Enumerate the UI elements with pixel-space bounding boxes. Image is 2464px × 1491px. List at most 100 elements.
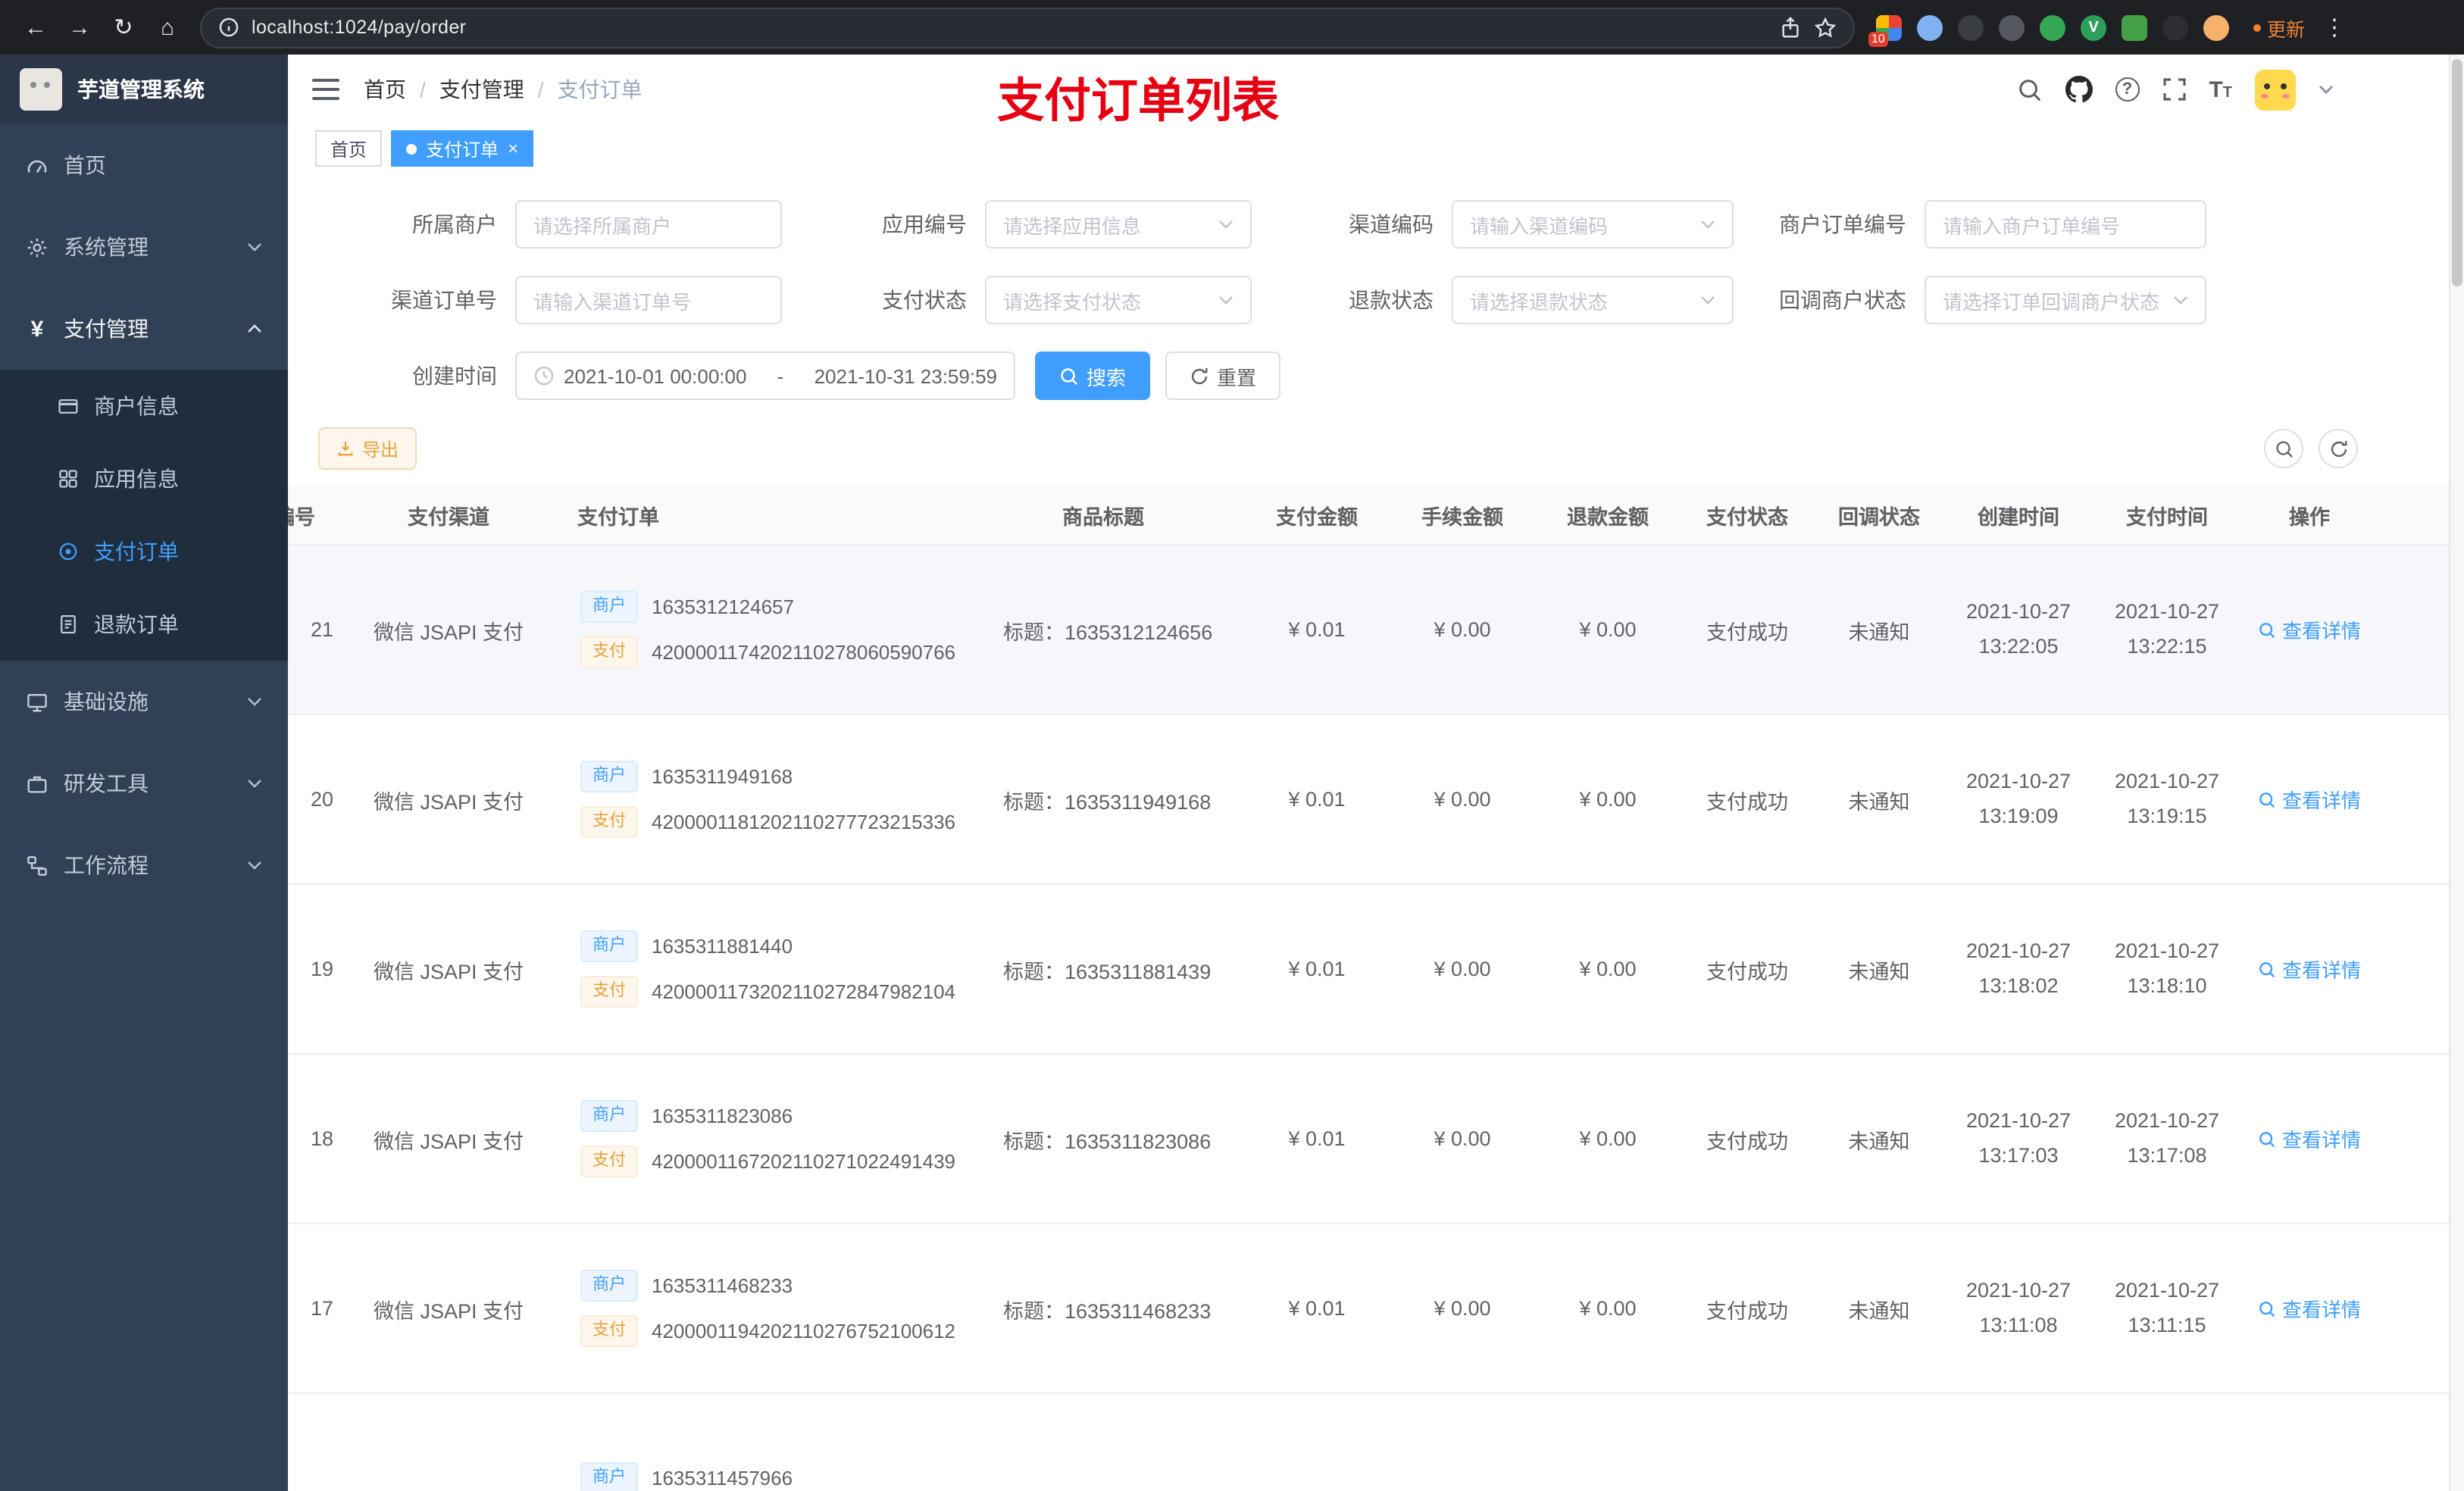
search-icon: [2259, 961, 2275, 977]
filter-app: 应用编号 请选择应用信息: [782, 200, 1252, 248]
extensions-menu-icon[interactable]: [2162, 14, 2188, 40]
cell-created-time: 2021-10-27 13:11:08: [1965, 1279, 2072, 1336]
scrollbar-thumb[interactable]: [2452, 59, 2462, 286]
browser-menu-icon[interactable]: ⋮: [2323, 14, 2346, 41]
view-detail-link[interactable]: 查看详情: [2241, 1294, 2378, 1323]
view-detail-link[interactable]: 查看详情: [2241, 955, 2378, 983]
sidebar-item-workflow[interactable]: 工作流程: [0, 824, 288, 906]
cell-title: 标题：1635312124656: [1003, 620, 1213, 643]
reset-button[interactable]: 重置: [1165, 352, 1281, 400]
cell-amount: ¥ 0.01: [1288, 958, 1346, 980]
cell-channel: 微信 JSAPI 支付: [373, 620, 524, 643]
extension-green-icon[interactable]: [2040, 14, 2065, 40]
github-icon[interactable]: [2065, 76, 2093, 103]
update-dot-icon: [2253, 23, 2261, 31]
extension-pin-icon[interactable]: [1917, 14, 1943, 40]
address-bar[interactable]: localhost:1024/pay/order: [200, 7, 1855, 48]
bookmark-star-icon[interactable]: [1814, 16, 1837, 39]
extension-dark-icon[interactable]: [1958, 14, 1984, 40]
extension-check-icon[interactable]: V: [2081, 14, 2106, 40]
refund-status-select[interactable]: 请选择退款状态: [1452, 276, 1734, 324]
sidebar-item-devtools[interactable]: 研发工具: [0, 742, 288, 824]
view-detail-link[interactable]: 查看详情: [2241, 785, 2378, 814]
channel-code-select[interactable]: 请输入渠道编码: [1452, 200, 1734, 248]
payment-submenu: 商户信息 应用信息 支付订单 退款订单: [0, 370, 288, 661]
search-icon[interactable]: [2016, 77, 2042, 102]
sidebar-item-refund-order[interactable]: 退款订单: [0, 588, 288, 661]
search-icon: [2259, 1301, 2275, 1317]
refresh-table-button[interactable]: [2319, 429, 2358, 468]
pay-tag: 支付: [580, 1146, 638, 1177]
cell-refund: ¥ 0.00: [1579, 788, 1637, 811]
chevron-down-icon: [248, 861, 261, 870]
breadcrumb-section[interactable]: 支付管理: [439, 74, 524, 105]
cell-created-time: 2021-10-27 13:18:02: [1965, 939, 2072, 996]
close-icon[interactable]: ×: [508, 139, 518, 158]
extension-gray-icon[interactable]: [1999, 14, 2025, 40]
browser-home-button[interactable]: ⌂: [147, 7, 188, 48]
avatar[interactable]: [2255, 69, 2296, 110]
page-scrollbar[interactable]: [2449, 55, 2464, 1491]
browser-forward-button[interactable]: →: [59, 7, 100, 48]
date-range-input[interactable]: 2021-10-01 00:00:00 - 2021-10-31 23:59:5…: [515, 352, 1015, 400]
help-icon[interactable]: ?: [2115, 77, 2140, 102]
chevron-down-icon: [1701, 220, 1715, 229]
app-select[interactable]: 请选择应用信息: [985, 200, 1252, 248]
filter-merchant-label: 所属商户: [412, 212, 497, 236]
channel-order-no-input[interactable]: 请输入渠道订单号: [515, 276, 782, 324]
sidebar-item-home[interactable]: 首页: [0, 124, 288, 206]
font-size-icon[interactable]: TT: [2209, 77, 2232, 102]
sidebar-item-system[interactable]: 系统管理: [0, 206, 288, 288]
search-button[interactable]: 搜索: [1035, 352, 1151, 400]
workflow-icon: [27, 855, 47, 875]
chevron-down-icon: [1701, 296, 1715, 305]
share-icon[interactable]: [1779, 16, 1802, 39]
cell-title: 标题：1635311468233: [1003, 1299, 1212, 1322]
merchant-tag: 商户: [580, 591, 638, 623]
profile-avatar-icon[interactable]: [2203, 14, 2229, 40]
doc-icon: [61, 615, 76, 634]
toggle-search-button[interactable]: [2264, 429, 2303, 468]
table-row: 18 微信 JSAPI 支付 商户 1635311823086 支付 42000…: [288, 1055, 2464, 1224]
tab-home[interactable]: 首页: [315, 130, 383, 167]
cell-pay-order: 商户 1635311881440 支付 42000011732021102728…: [541, 930, 962, 1008]
extension-chat-icon[interactable]: [2122, 14, 2147, 40]
card-icon: [58, 399, 78, 414]
sidebar-item-pay-order[interactable]: 支付订单: [0, 515, 288, 588]
merchant-order-no-input[interactable]: 请输入商户订单编号: [1925, 200, 2206, 248]
sidebar-item-merchant-info[interactable]: 商户信息: [0, 370, 288, 442]
pay-status-select[interactable]: 请选择支付状态: [985, 276, 1252, 324]
orders-table: 编号 支付渠道 支付订单 商品标题 支付金额 手续金额 退款金额 支付状态 回调…: [288, 485, 2464, 1491]
breadcrumb-home[interactable]: 首页: [364, 74, 406, 105]
browser-update-button[interactable]: 更新: [2253, 13, 2305, 42]
refresh-icon: [1191, 367, 1208, 384]
sidebar-item-app-info[interactable]: 应用信息: [0, 442, 288, 515]
filter-refund-status: 退款状态 请选择退款状态: [1252, 276, 1734, 324]
view-detail-link[interactable]: 查看详情: [2241, 615, 2378, 644]
cell-created-time: 2021-10-27 13:17:03: [1965, 1109, 2072, 1166]
info-icon[interactable]: [218, 17, 239, 38]
pay-order-no: 4200001167202110271022491439: [652, 1150, 956, 1173]
sidebar-item-infra[interactable]: 基础设施: [0, 661, 288, 742]
search-icon: [1061, 367, 1078, 385]
logo-row[interactable]: 芋道管理系统: [0, 55, 288, 124]
notify-status-select[interactable]: 请选择订单回调商户状态: [1925, 276, 2206, 324]
browser-back-button[interactable]: ←: [15, 7, 56, 48]
extension-dots-icon[interactable]: 10: [1868, 14, 1902, 46]
view-detail-link[interactable]: 查看详情: [2241, 1124, 2378, 1153]
pay-tag: 支付: [580, 806, 638, 838]
caret-down-icon[interactable]: [2319, 85, 2334, 94]
pay-order-no: 4200001194202110276752100612: [652, 1320, 956, 1343]
sidebar-collapse-icon[interactable]: [312, 79, 339, 100]
main-content: 首页 / 支付管理 / 支付订单 支付订单列表 ? TT 首页 支付订单 × 所…: [288, 55, 2464, 1491]
export-button[interactable]: 导出: [318, 427, 417, 470]
tab-pay-order[interactable]: 支付订单 ×: [391, 130, 534, 167]
merchant-input[interactable]: 请选择所属商户: [515, 200, 782, 248]
browser-reload-button[interactable]: ↻: [103, 7, 144, 48]
filter-merchant: 所属商户 请选择所属商户: [318, 200, 782, 248]
date-end: 2021-10-31 23:59:59: [814, 364, 997, 387]
fullscreen-icon[interactable]: [2162, 77, 2186, 102]
sidebar-item-payment[interactable]: ¥ 支付管理: [0, 288, 288, 370]
cell-status: 支付成功: [1706, 1299, 1788, 1322]
cell-pay-order: 商户 1635311823086 支付 42000011672021102710…: [541, 1100, 962, 1177]
